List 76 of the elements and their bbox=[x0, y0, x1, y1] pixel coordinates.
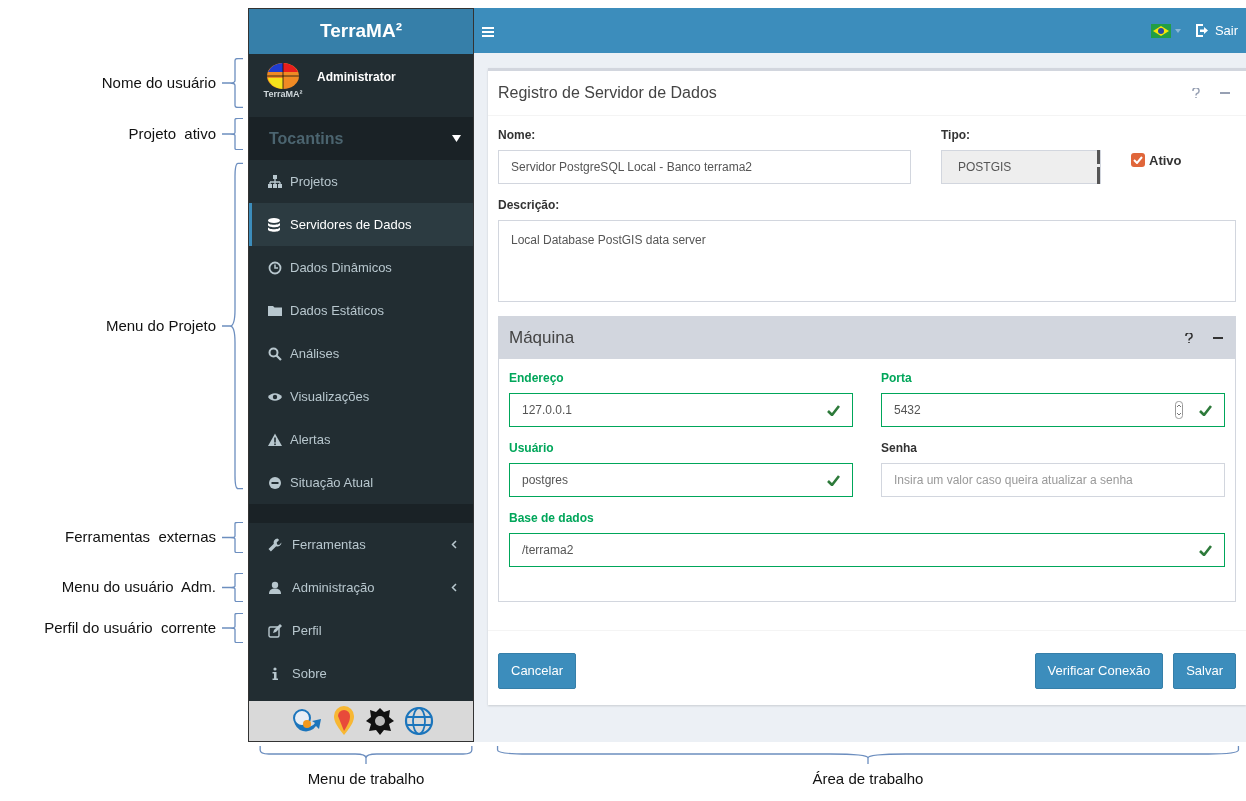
warning-icon bbox=[268, 432, 282, 447]
annotation-label: Ferramentas externas bbox=[65, 527, 216, 548]
caret-icon bbox=[452, 135, 461, 142]
map-pin-icon bbox=[332, 706, 356, 736]
name-field[interactable]: Servidor PostgreSQL Local - Banco terrama2 bbox=[498, 150, 911, 184]
type-dropdown[interactable]: POSTGIS bbox=[941, 150, 1101, 184]
check-icon bbox=[827, 474, 840, 486]
sitemap-icon bbox=[268, 174, 282, 189]
input-field[interactable]: 127.0.0.1 bbox=[509, 393, 853, 427]
help-icon bbox=[1192, 88, 1200, 98]
chevron-left-icon bbox=[451, 540, 457, 549]
card-title: Registro de Servidor de Dados bbox=[498, 83, 718, 103]
dropdown-handle-icon bbox=[1097, 150, 1100, 184]
minimize-icon bbox=[1213, 337, 1223, 339]
check-icon bbox=[827, 404, 840, 416]
database-icon bbox=[268, 217, 282, 232]
caret-icon bbox=[1174, 28, 1181, 33]
globe-icon bbox=[404, 706, 434, 736]
menu-item[interactable]: Alertas bbox=[249, 418, 473, 461]
menu-item[interactable]: Administração bbox=[249, 566, 473, 609]
spinner-icon bbox=[1175, 401, 1183, 419]
field-label: Descrição: bbox=[498, 197, 561, 214]
input-field[interactable]: postgres bbox=[509, 463, 853, 497]
annotation-label: Menu do Projeto bbox=[105, 315, 216, 336]
field-label: Base de dados bbox=[509, 510, 595, 527]
menu-item[interactable]: Perfil bbox=[249, 609, 473, 652]
check-icon bbox=[1199, 404, 1212, 416]
field-label: Tipo: bbox=[941, 127, 972, 144]
menu-item[interactable]: Dados Dinâmicos bbox=[249, 246, 473, 289]
minus-circle-icon bbox=[268, 475, 282, 490]
menu-item[interactable]: Dados Estáticos bbox=[249, 289, 473, 332]
folder-icon bbox=[268, 303, 282, 318]
menu-item[interactable]: Análises bbox=[249, 332, 473, 375]
annotation-label: Nome do usuário bbox=[101, 72, 216, 93]
input-field[interactable]: /terrama2 bbox=[509, 533, 1225, 567]
field-label: Usuário bbox=[509, 440, 555, 457]
annotation-label: Projeto ativo bbox=[128, 123, 216, 144]
menu-item[interactable]: Projetos bbox=[249, 160, 473, 203]
input-field[interactable]: 5432 bbox=[881, 393, 1225, 427]
menu-item[interactable]: Situação Atual bbox=[249, 461, 473, 504]
annotation-label: Área de trabalho bbox=[812, 769, 924, 789]
form-button[interactable]: Verificar Conexão bbox=[1034, 653, 1164, 689]
form-button[interactable]: Cancelar bbox=[498, 653, 577, 689]
logo-caption: TerraMA² bbox=[263, 90, 303, 99]
clock-icon bbox=[268, 260, 282, 275]
field-label: Endereço bbox=[509, 370, 565, 387]
flag-icon bbox=[1150, 23, 1171, 38]
panel-title: Máquina bbox=[509, 327, 576, 350]
user-name: Administrator bbox=[317, 69, 396, 86]
check-icon bbox=[1199, 544, 1212, 556]
menu-icon bbox=[482, 25, 494, 37]
ball-logo-icon bbox=[265, 62, 301, 90]
minimize-icon bbox=[1220, 92, 1230, 94]
brand-title: TerraMA² bbox=[249, 9, 473, 54]
menu-item[interactable]: Sobre bbox=[249, 652, 473, 695]
language-selector[interactable] bbox=[1150, 23, 1181, 38]
user-icon bbox=[268, 580, 282, 595]
field-label: Senha bbox=[881, 440, 918, 457]
logout-link[interactable]: Sair bbox=[1194, 20, 1238, 41]
field-label: Porta bbox=[881, 370, 913, 387]
form-button[interactable]: Salvar bbox=[1173, 653, 1236, 689]
edit-icon bbox=[268, 623, 282, 638]
annotation-label: Perfil do usuário corrente bbox=[44, 617, 216, 638]
chevron-left-icon bbox=[451, 583, 457, 592]
annotation-label: Menu do usuário Adm. bbox=[61, 577, 216, 598]
sign-out-icon bbox=[1194, 24, 1209, 37]
active-checkbox[interactable]: Ativo bbox=[1131, 150, 1182, 170]
wrench-icon bbox=[268, 537, 282, 552]
menu-item[interactable]: Servidores de Dados bbox=[249, 203, 473, 246]
field-label: Nome: bbox=[498, 127, 537, 144]
help-icon bbox=[1185, 333, 1193, 343]
description-field[interactable]: Local Database PostGIS data server bbox=[498, 220, 1236, 302]
menu-item[interactable]: Ferramentas bbox=[249, 523, 473, 566]
search-icon bbox=[268, 346, 282, 361]
menu-item[interactable]: Visualizações bbox=[249, 375, 473, 418]
annotation-label: Menu de trabalho bbox=[307, 769, 425, 789]
